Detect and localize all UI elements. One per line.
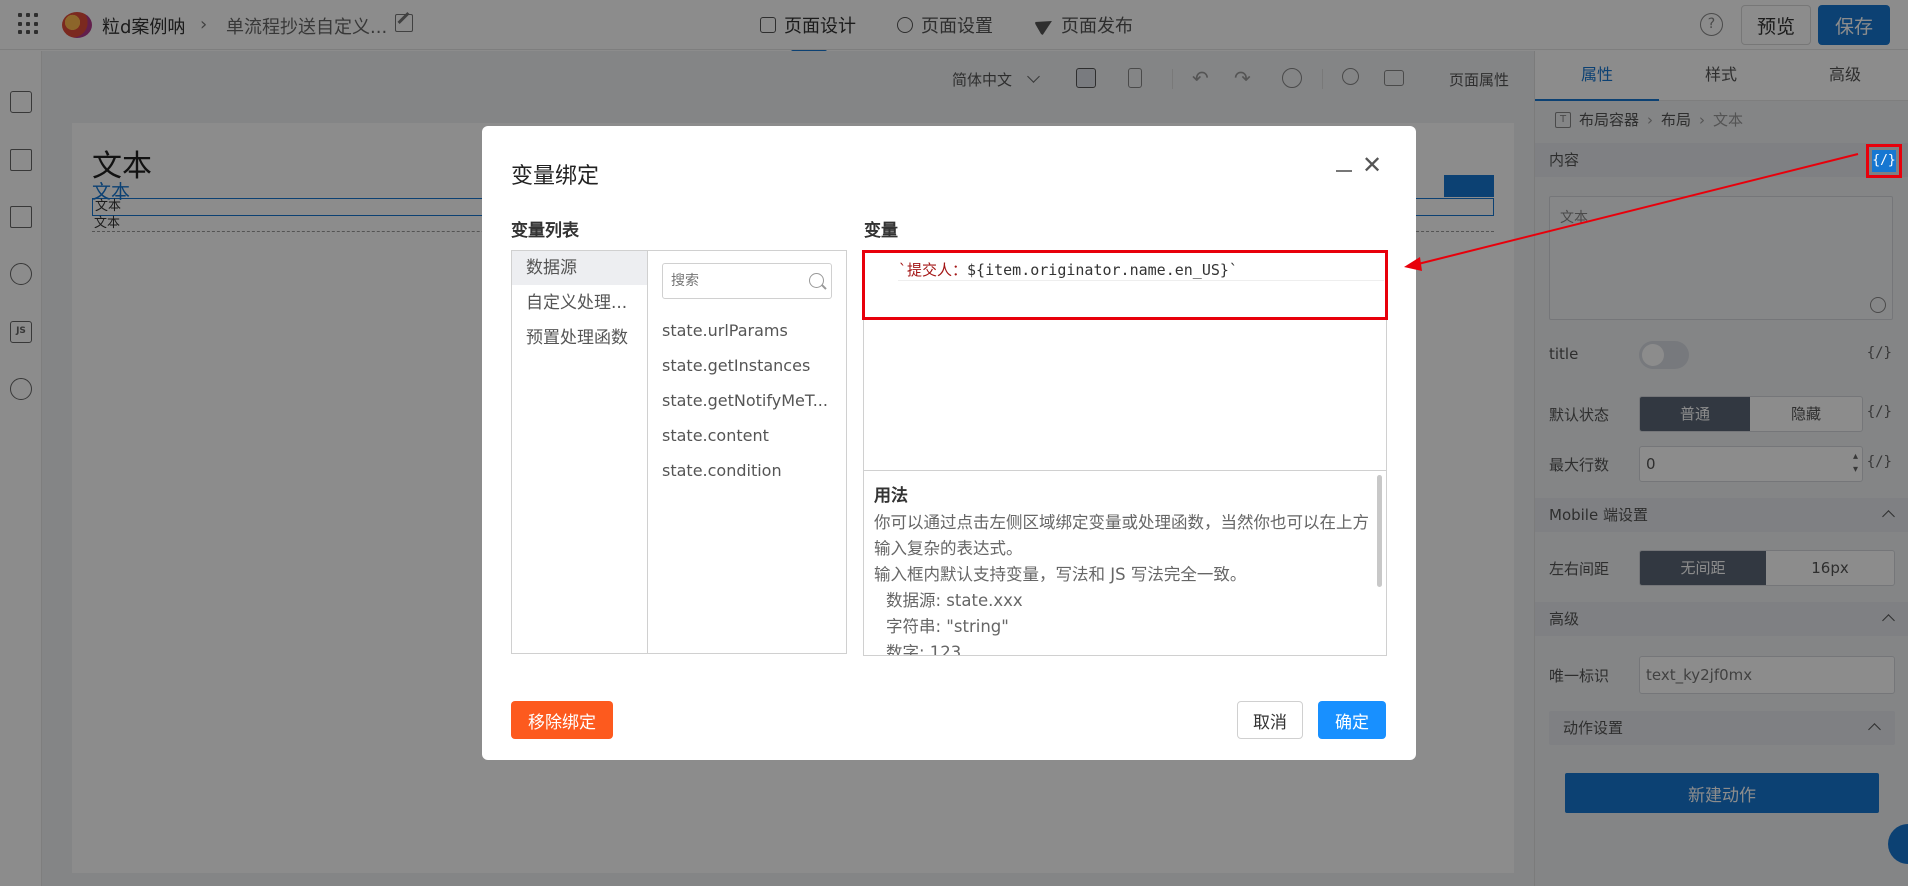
usage-line: 你可以通过点击左侧区域绑定变量或处理函数，当然你也可以在上方输入复杂的表达式。 [874,513,1369,558]
variable-heading: 变量 [864,221,898,241]
content-binding-icon: {/} [1872,150,1896,172]
confirm-button[interactable]: 确定 [1318,701,1386,739]
usage-example: 数字: 123 [886,643,962,656]
variable-search-input[interactable] [662,263,832,299]
usage-title: 用法 [874,486,908,506]
cancel-button[interactable]: 取消 [1237,701,1303,739]
variable-list-heading: 变量列表 [511,221,579,241]
expression-highlight-box [862,250,1388,320]
category-custom-handlers[interactable]: 自定义处理... [512,286,647,320]
usage-scrollbar[interactable] [1377,475,1382,587]
category-column: 数据源 自定义处理... 预置处理函数 [512,251,648,653]
variable-item[interactable]: state.getInstances [662,356,842,375]
variable-list: 数据源 自定义处理... 预置处理函数 state.urlParams stat… [511,250,847,654]
content-binding-button-highlight[interactable]: {/} [1866,144,1902,178]
variable-item[interactable]: state.urlParams [662,321,842,340]
usage-example: 数据源: state.xxx [886,591,1023,610]
variable-item[interactable]: state.condition [662,461,842,480]
variable-item[interactable]: state.content [662,426,842,445]
category-datasource[interactable]: 数据源 [512,251,647,285]
category-preset-functions[interactable]: 预置处理函数 [512,321,647,355]
variable-item[interactable]: state.getNotifyMeT... [662,391,842,410]
minimize-icon[interactable] [1336,170,1352,172]
close-icon[interactable]: ✕ [1362,153,1382,177]
remove-binding-button[interactable]: 移除绑定 [511,701,613,739]
search-icon [809,273,824,288]
variable-binding-dialog: 变量绑定 ✕ 变量列表 变量 数据源 自定义处理... 预置处理函数 state… [482,126,1416,760]
usage-help: 用法 你可以通过点击左侧区域绑定变量或处理函数，当然你也可以在上方输入复杂的表达… [863,470,1387,656]
dialog-title: 变量绑定 [511,164,600,189]
usage-line: 输入框内默认支持变量，写法和 JS 写法完全一致。 [874,565,1247,584]
usage-example: 字符串: "string" [886,617,1009,636]
